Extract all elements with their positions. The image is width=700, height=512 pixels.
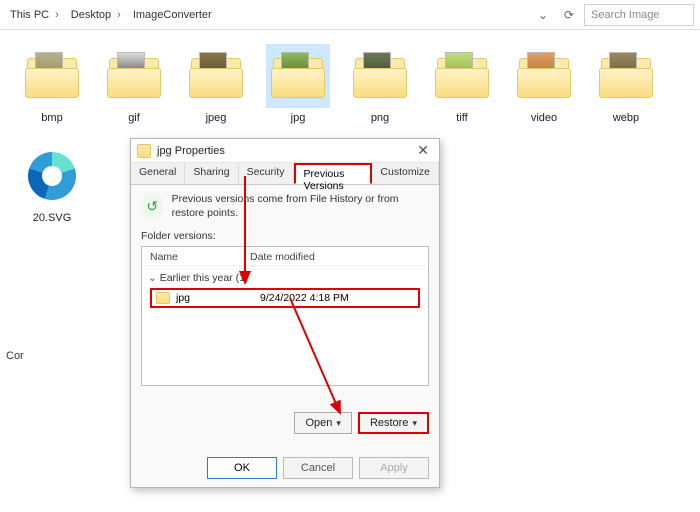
apply-button: Apply xyxy=(359,457,429,479)
tab-previous-versions[interactable]: Previous Versions xyxy=(294,163,373,184)
version-row[interactable]: jpg 9/24/2022 4:18 PM xyxy=(150,288,420,308)
truncated-label: Cor xyxy=(6,350,24,362)
edge-icon xyxy=(28,152,76,200)
search-input[interactable]: Search Image xyxy=(584,4,694,26)
chevron-down-icon[interactable]: ▾ xyxy=(336,418,341,429)
folder-label: jpg xyxy=(291,112,306,124)
properties-dialog: jpg Properties ✕ General Sharing Securit… xyxy=(130,138,440,488)
breadcrumb-thispc[interactable]: This PC xyxy=(6,7,63,23)
tab-general[interactable]: General xyxy=(131,163,185,184)
dialog-title: jpg Properties xyxy=(157,145,225,157)
breadcrumb-folder[interactable]: ImageConverter xyxy=(129,7,216,23)
folder-png[interactable]: png xyxy=(348,44,412,124)
folder-icon xyxy=(137,144,151,158)
breadcrumb-desktop[interactable]: Desktop xyxy=(67,7,125,23)
folder-label: jpeg xyxy=(206,112,227,124)
group-header[interactable]: Earlier this year (1) xyxy=(144,266,426,286)
file-label: 20.SVG xyxy=(33,212,72,224)
dialog-titlebar: jpg Properties ✕ xyxy=(131,139,439,163)
version-date: 9/24/2022 4:18 PM xyxy=(260,292,349,304)
tab-sharing[interactable]: Sharing xyxy=(185,163,238,184)
column-name[interactable]: Name xyxy=(150,251,250,263)
folder-label: gif xyxy=(128,112,140,124)
folder-bmp[interactable]: bmp xyxy=(20,44,84,124)
folder-versions-label: Folder versions: xyxy=(141,230,429,242)
open-button[interactable]: Open▾ xyxy=(294,412,351,434)
folder-icon xyxy=(156,292,170,304)
version-name: jpg xyxy=(176,292,260,304)
chevron-down-icon[interactable]: ⌄ xyxy=(532,4,554,26)
previous-versions-hint: Previous versions come from File History… xyxy=(172,193,429,220)
folder-tiff[interactable]: tiff xyxy=(430,44,494,124)
folder-jpeg[interactable]: jpeg xyxy=(184,44,248,124)
folder-gif[interactable]: gif xyxy=(102,44,166,124)
folder-label: video xyxy=(531,112,557,124)
folder-label: png xyxy=(371,112,389,124)
tab-security[interactable]: Security xyxy=(239,163,294,184)
ok-button[interactable]: OK xyxy=(207,457,277,479)
folder-webp[interactable]: webp xyxy=(594,44,658,124)
close-icon[interactable]: ✕ xyxy=(413,142,433,159)
column-date[interactable]: Date modified xyxy=(250,251,315,263)
folder-jpg[interactable]: jpg xyxy=(266,44,330,124)
history-icon: ↺ xyxy=(141,193,164,219)
folder-video[interactable]: video xyxy=(512,44,576,124)
chevron-down-icon[interactable]: ▾ xyxy=(412,418,417,429)
refresh-icon[interactable]: ⟳ xyxy=(558,4,580,26)
folder-label: webp xyxy=(613,112,639,124)
restore-button[interactable]: Restore▾ xyxy=(358,412,429,434)
cancel-button[interactable]: Cancel xyxy=(283,457,353,479)
folder-label: bmp xyxy=(41,112,62,124)
tab-customize[interactable]: Customize xyxy=(372,163,439,184)
folder-label: tiff xyxy=(456,112,467,124)
tab-strip: General Sharing Security Previous Versio… xyxy=(131,163,439,185)
address-bar: This PC Desktop ImageConverter ⌄ ⟳ Searc… xyxy=(0,0,700,30)
file-edge-svg[interactable]: 20.SVG xyxy=(20,144,84,224)
version-list[interactable]: Name Date modified Earlier this year (1)… xyxy=(141,246,429,386)
